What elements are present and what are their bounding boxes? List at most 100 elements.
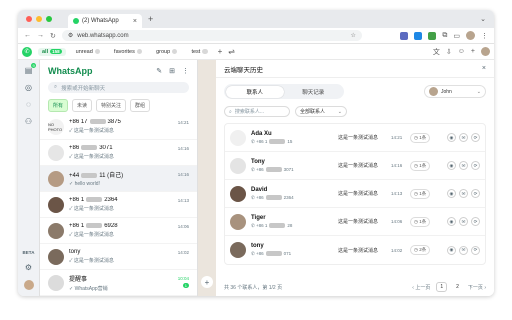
close-icon[interactable]: × xyxy=(482,65,486,72)
attach-plus-button[interactable]: + xyxy=(201,276,213,288)
tab-settings-icon[interactable]: ⇌ xyxy=(228,47,235,56)
next-page-button[interactable]: 下一页 › xyxy=(468,284,486,291)
avatar xyxy=(48,274,64,291)
chat-list-item[interactable]: +44 11 (自己) ✓ hello world! 14:16 xyxy=(40,166,197,192)
tab-group[interactable]: group xyxy=(152,48,181,56)
chat-text: +86 1 6928 ✓ 这是一条测试消息 xyxy=(69,222,173,238)
url-bar[interactable]: ⚙ web.whatsapp.com ☆ xyxy=(61,30,362,41)
translate-icon[interactable]: 文 xyxy=(433,47,440,57)
account-select[interactable]: John ⌄ xyxy=(424,85,486,98)
view-icon[interactable]: ◉ xyxy=(447,161,456,170)
page-2-button[interactable]: 2 xyxy=(453,283,462,291)
tab-all[interactable]: all 158 xyxy=(38,47,66,56)
site-info-icon[interactable]: ⚙ xyxy=(68,32,73,39)
whatsapp-favicon-icon xyxy=(73,18,79,24)
chat-icon[interactable]: ✉ xyxy=(459,161,468,170)
new-chat-icon[interactable]: ✎ xyxy=(156,67,162,75)
contacts-icon[interactable]: ☺ xyxy=(458,48,465,55)
close-window-button[interactable] xyxy=(26,16,32,22)
prev-page-label: 上一页 xyxy=(415,284,431,291)
contact-phone-tail: 15 xyxy=(287,138,293,144)
bookmark-star-icon[interactable]: ☆ xyxy=(350,32,355,39)
contact-row[interactable]: Tony ✆ +86 3071 这是一条测试消息 14:16 ◷ 1条 ◉ ✉ ⟳ xyxy=(225,152,485,180)
extension-icon[interactable] xyxy=(400,31,409,40)
account-avatar[interactable] xyxy=(481,47,490,56)
view-icon[interactable]: ◉ xyxy=(447,217,456,226)
contact-search-input[interactable]: ⌕ 搜索联系人... xyxy=(224,106,290,117)
view-icon[interactable]: ◉ xyxy=(447,245,456,255)
contact-row[interactable]: David ✆ +86 2364 这是一条测试消息 14:13 ◷ 1条 ◉ ✉ … xyxy=(225,180,485,208)
profile-avatar[interactable] xyxy=(466,31,475,40)
chat-list-item[interactable]: +86 3071 ✓ 这是一条测试消息 14:16 xyxy=(40,140,197,166)
channels-icon[interactable]: ◌ xyxy=(26,100,31,109)
status-icon[interactable]: ◎ xyxy=(25,83,32,92)
chat-icon[interactable]: ✉ xyxy=(459,245,468,255)
row-actions: ◉ ✉ ⟳ xyxy=(447,161,480,170)
tab-test[interactable]: test xyxy=(187,48,211,56)
add-tab-button[interactable]: + xyxy=(218,47,223,56)
reload-icon[interactable]: ↻ xyxy=(50,32,56,40)
chat-list-item[interactable]: +86 1 2364 ✓ 这是一条测试消息 14:13 xyxy=(40,192,197,218)
view-icon[interactable]: ◉ xyxy=(447,189,456,198)
contact-row[interactable]: Tiger ✆ +86 1 28 这是一条测试消息 14:06 ◷ 1条 ◉ ✉ … xyxy=(225,208,485,236)
close-tab-icon[interactable]: × xyxy=(133,18,137,25)
search-placeholder: 搜索或开始新聊天 xyxy=(61,85,106,92)
menu-icon[interactable]: ⋮ xyxy=(182,67,189,75)
page-1-button[interactable]: 1 xyxy=(436,282,448,292)
add-contact-icon[interactable]: + xyxy=(471,48,475,55)
cloud-history-panel: 云端聊天历史 × 联系人 聊天记录 John ⌄ ⌕ 搜索联系人... 全部联系… xyxy=(216,60,494,296)
puzzle-icon[interactable]: ⧉ xyxy=(442,32,447,40)
tab-chat-history[interactable]: 聊天记录 xyxy=(284,86,343,98)
sync-icon[interactable]: ⟳ xyxy=(471,217,480,226)
chats-icon[interactable]: ▤ 9 xyxy=(25,63,37,75)
chat-time: 14:16 xyxy=(178,146,189,151)
chat-list-item[interactable]: NO PHOTO +86 17 3875 ✓ 这是一条测试消息 14:21 xyxy=(40,114,197,140)
chat-list-item[interactable]: 提醒事 ✓ WhatsApp营销 10:04 1 xyxy=(40,270,197,296)
filter-unread[interactable]: 未读 xyxy=(72,99,93,112)
extension-icon[interactable] xyxy=(414,31,423,40)
filter-groups[interactable]: 群组 xyxy=(130,99,151,112)
chat-time: 14:06 xyxy=(178,224,189,229)
sync-icon[interactable]: ⟳ xyxy=(471,133,480,142)
export-icon[interactable]: ⇩ xyxy=(446,48,452,56)
more-menu-icon[interactable]: ⋮ xyxy=(481,32,488,40)
forward-icon[interactable]: → xyxy=(37,32,44,39)
new-group-icon[interactable]: ⊞ xyxy=(169,67,175,75)
chat-icon[interactable]: ✉ xyxy=(459,217,468,226)
profile-avatar[interactable] xyxy=(23,280,34,290)
browser-tab[interactable]: (2) WhatsApp × xyxy=(68,14,142,28)
new-tab-button[interactable]: + xyxy=(148,14,153,24)
chat-list-item[interactable]: +86 1 6928 ✓ 这是一条测试消息 14:06 xyxy=(40,218,197,244)
extension-icon[interactable] xyxy=(428,31,437,40)
chat-name-head: 提醒事 xyxy=(69,276,88,283)
sync-icon[interactable]: ⟳ xyxy=(471,189,480,198)
contact-last-time: 14:16 xyxy=(391,163,403,168)
contact-last-message: 这是一条测试消息 xyxy=(338,135,379,141)
tab-favorites[interactable]: favorites xyxy=(110,48,146,56)
maximize-window-button[interactable] xyxy=(46,16,52,22)
chat-time-text: 14:16 xyxy=(177,146,189,151)
back-icon[interactable]: ← xyxy=(24,32,31,39)
sidebar-icon[interactable]: ▭ xyxy=(453,32,460,40)
tab-list-chevron-icon[interactable]: ⌄ xyxy=(480,15,486,23)
contact-filter-select[interactable]: 全部联系人 ⌄ xyxy=(295,106,347,117)
contact-row[interactable]: Ada Xu ✆ +86 1 15 这是一条测试消息 14:21 ◷ 1条 ◉ ✉… xyxy=(225,124,485,152)
communities-icon[interactable]: ⚇ xyxy=(25,117,32,126)
chat-search-input[interactable]: ⌕ 搜索或开始新聊天 xyxy=(48,82,189,93)
sync-icon[interactable]: ⟳ xyxy=(471,161,480,170)
chat-icon[interactable]: ✉ xyxy=(459,189,468,198)
contact-name: Tiger xyxy=(251,214,266,221)
contact-row[interactable]: tony ✆ +86 071 这是一条测试消息 14:02 ◷ 2条 ◉ ✉ ⟳ xyxy=(225,236,485,264)
chat-list-item[interactable]: tony ✓ 这是一条测试消息 14:02 xyxy=(40,244,197,270)
tab-contacts[interactable]: 联系人 xyxy=(225,85,284,98)
view-icon[interactable]: ◉ xyxy=(447,133,456,142)
minimize-window-button[interactable] xyxy=(36,16,42,22)
filter-favorites[interactable]: 特别关注 xyxy=(96,99,127,112)
chat-time: 14:02 xyxy=(178,250,189,255)
filter-all[interactable]: 所有 xyxy=(48,99,69,112)
settings-gear-icon[interactable]: ⚙ xyxy=(25,263,32,272)
chat-icon[interactable]: ✉ xyxy=(459,133,468,142)
sync-icon[interactable]: ⟳ xyxy=(471,245,480,255)
prev-page-button[interactable]: ‹ 上一页 xyxy=(412,284,430,291)
tab-unread[interactable]: unread xyxy=(72,48,104,56)
